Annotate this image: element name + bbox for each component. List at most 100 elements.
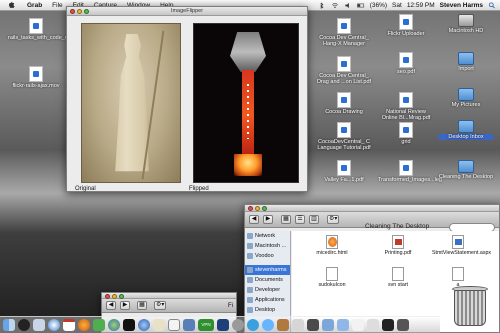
imageflipper-titlebar[interactable]: ImageFlipper [67,7,307,16]
action-menu-button[interactable]: ⚙▾ [327,215,340,224]
minimize-button[interactable] [77,8,82,14]
chat-dock-icon[interactable] [93,319,105,331]
forward-button[interactable]: ▶ [263,215,273,224]
close-button[interactable] [70,8,75,14]
desktop-icon[interactable]: grid [378,122,434,145]
finder-titlebar[interactable] [245,205,499,212]
file-item[interactable]: sudokuIcon [306,267,358,288]
trash-icon[interactable] [454,290,486,326]
sidebar-item-network[interactable]: Network [245,231,290,241]
file-item[interactable]: svn start [372,267,424,288]
itunes-dock-icon[interactable] [138,319,150,331]
photoshop-dock-icon[interactable] [217,319,229,331]
volume-icon[interactable] [344,2,352,9]
minimize-button[interactable] [112,293,117,299]
minimized-window-dock-icon[interactable] [382,319,394,331]
app-dock-icon[interactable] [292,319,304,331]
zoom-button[interactable] [262,205,267,211]
desktop-icon[interactable]: My Pictures [438,88,494,108]
ical-dock-icon[interactable] [63,319,75,331]
xcode-dock-icon[interactable] [183,319,195,331]
downloads-dock-icon[interactable] [337,319,349,331]
terminal-dock-icon[interactable] [123,319,135,331]
desktop-icon[interactable]: Flickr Uploader [378,14,434,37]
icon-view-button[interactable]: ▦ [281,215,291,224]
ichat-dock-icon[interactable] [262,319,274,331]
home-icon [247,267,253,273]
file-item[interactable]: a [432,267,484,288]
zoom-button[interactable] [84,8,89,14]
battery-icon[interactable] [356,2,365,9]
desktop-icon[interactable]: Macintosh HD [438,14,494,34]
firefox-dock-icon[interactable] [78,319,90,331]
desktop-icon[interactable]: Import [438,52,494,72]
close-button[interactable] [248,205,253,211]
app-dock-icon[interactable] [322,319,334,331]
file-item[interactable]: Printing.pdf [372,235,424,256]
sidebar-item-macintosh[interactable]: Macintosh ... [245,241,290,251]
globe-dock-icon[interactable] [108,319,120,331]
sidebar-item-voodoo[interactable]: Voodoo [245,251,290,261]
menu-file[interactable]: File [47,2,67,9]
developer-icon [247,287,253,293]
desktop-icon[interactable]: seo.pdf [378,52,434,75]
wifi-icon[interactable] [331,2,339,9]
minimized-window-dock-icon[interactable] [397,319,409,331]
spotlight-icon[interactable] [488,2,496,9]
column-view-button[interactable]: ▥ [309,215,319,224]
close-button[interactable] [105,293,110,299]
desktop-icon[interactable]: National Review Online Bl...Mrag.pdf [378,92,434,121]
view-button[interactable]: ▦ [137,301,147,310]
sidebar-item-documents[interactable]: Documents [245,275,290,285]
forward-button[interactable]: ▶ [120,301,130,310]
list-view-button[interactable]: ☰ [295,215,305,224]
file-item[interactable]: micedirc.html [306,235,358,256]
sidebar-item-applications[interactable]: Applications [245,295,290,305]
hard-drive-icon [458,14,474,27]
minimize-button[interactable] [255,205,260,211]
desktop-icon[interactable]: rails_tasks_with_code_min.mov [8,18,86,41]
sidebar-item-developer[interactable]: Developer [245,285,290,295]
skype-dock-icon[interactable] [247,319,259,331]
zoom-button[interactable] [119,293,124,299]
desktop-icon[interactable]: Cocoa Dev Central_ Drag and ...on List.p… [316,56,372,85]
document-dock-icon[interactable] [352,319,364,331]
folder-icon [458,160,474,173]
back-button[interactable]: ◀ [106,301,116,310]
preview-dock-icon[interactable] [153,319,165,331]
desktop-icon[interactable]: CocoaDevCentral_ C Language Tutorial.pdf [316,122,372,151]
desktop-icon[interactable]: flickr-rails-ajax.mov [8,66,64,89]
network-icon [247,233,253,239]
vpn-dock-icon[interactable]: VPN [198,319,214,331]
folder-icon [458,120,474,133]
desktop-icon[interactable]: Valley Fa...1.pdf [316,160,372,183]
app-dock-icon[interactable] [307,319,319,331]
dashboard-dock-icon[interactable] [18,319,30,331]
sidebar-item-home[interactable]: stevenharms [245,265,290,275]
pdf-file-icon [392,235,404,249]
desktop-icon-selected[interactable]: Desktop Inbox [438,120,494,140]
file-item[interactable]: StmtViewStatement.aspx [432,235,491,256]
desktop-icon[interactable]: Cocoa Dev Central_ Hang-X Manager [316,18,372,47]
finder-dock-icon[interactable] [3,319,15,331]
system-preferences-dock-icon[interactable] [232,319,244,331]
desktop-icon[interactable]: Transformed_Images...leg [378,160,442,183]
minimized-window-dock-icon[interactable] [367,319,379,331]
sidebar-item-desktop[interactable]: Desktop [245,305,290,315]
background-titlebar[interactable] [102,293,236,299]
desktop-icon[interactable]: Cleaning The Desktop [438,160,494,180]
clock-day[interactable]: Sat [392,2,402,9]
clock-time[interactable]: 12:59 PM [407,2,435,9]
pdf-file-icon [337,160,351,176]
action-menu-button[interactable]: ⚙▾ [154,301,167,310]
user-menu[interactable]: Steven Harms [440,2,483,9]
app-menu[interactable]: Grab [22,2,47,9]
back-button[interactable]: ◀ [249,215,259,224]
mail-dock-icon[interactable] [33,319,45,331]
safari-dock-icon[interactable] [48,319,60,331]
apple-menu-icon[interactable] [6,1,16,9]
textedit-dock-icon[interactable] [168,319,180,331]
address-book-dock-icon[interactable] [277,319,289,331]
desktop-icon[interactable]: Cocoa Drawing [316,92,372,115]
bluetooth-icon[interactable] [318,2,326,9]
